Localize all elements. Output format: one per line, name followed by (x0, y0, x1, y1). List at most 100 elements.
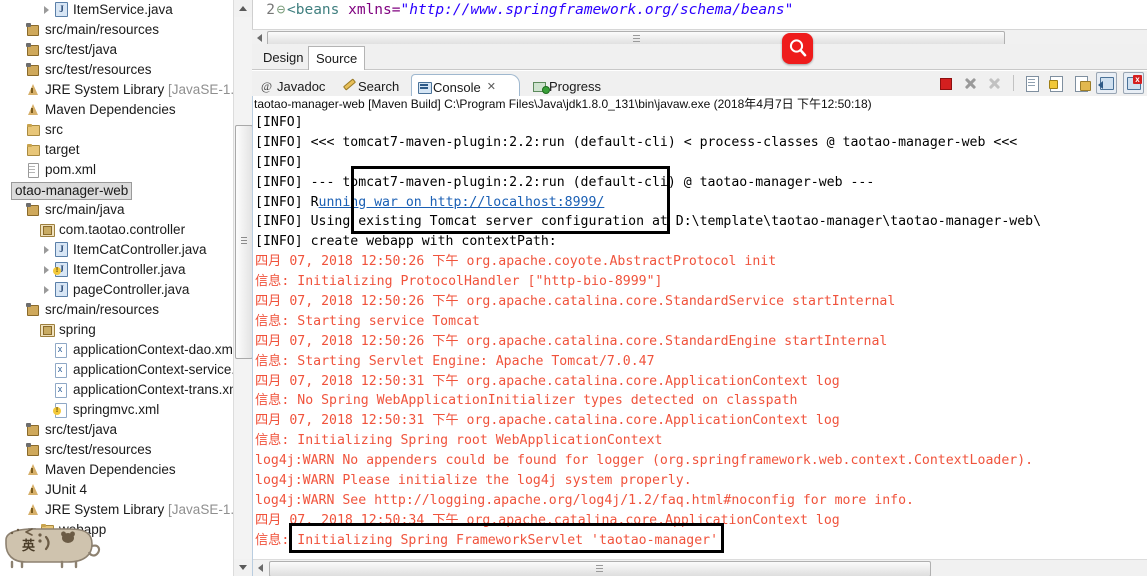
no-chevron (14, 420, 25, 440)
remove-launch-button[interactable] (961, 73, 980, 93)
tree-item[interactable]: applicationContext-trans.xml (0, 380, 233, 400)
tab-source[interactable]: Source (308, 46, 366, 70)
console-line-text: log4j:WARN Please initialize the log4j s… (255, 473, 692, 489)
console-line: 四月 07, 2018 12:50:34 下午 org.apache.catal… (253, 511, 1147, 531)
tree-item-label: springmvc.xml (73, 402, 160, 418)
scrollbar-thumb[interactable] (235, 125, 253, 359)
remove-all-terminated-button[interactable] (985, 73, 1004, 93)
no-chevron (0, 180, 11, 200)
tree-item[interactable]: Maven Dependencies (0, 460, 233, 480)
tree-item[interactable]: JRE System Library [JavaSE-1.7] (0, 500, 233, 520)
tree-item[interactable]: otao-manager-web (0, 180, 233, 200)
tab-search[interactable]: Search (337, 74, 399, 97)
ime-cat-indicator[interactable]: 英 (0, 524, 104, 570)
no-chevron (14, 80, 25, 100)
console-line: log4j:WARN See http://logging.apache.org… (253, 491, 1147, 511)
terminate-button[interactable] (936, 73, 955, 93)
tree-item[interactable]: Maven Dependencies (0, 100, 233, 120)
tab-label: Console (433, 80, 481, 96)
console-line-text: [INFO] <<< tomcat7-maven-plugin:2.2:run … (255, 134, 1018, 150)
tree-item-label: JRE System Library (45, 502, 165, 518)
editor-horizontal-scrollbar[interactable] (252, 29, 1147, 46)
package-explorer-tree[interactable]: ItemService.java src/main/resources src/te… (0, 0, 233, 576)
tree-item[interactable]: src/test/resources (0, 440, 233, 460)
no-chevron (14, 120, 25, 140)
console-url-link[interactable]: unning war on http://localhost:8999/ (319, 195, 605, 210)
chevron-right-icon[interactable] (42, 280, 53, 300)
line-number: 2 (266, 2, 275, 18)
xml-editor-sliver[interactable]: 2 ⊖ <beans xmlns="http://www.springframewo… (252, 0, 1147, 29)
tree-item[interactable]: pom.xml (0, 160, 233, 180)
no-chevron (14, 140, 25, 160)
tree-item[interactable]: src (0, 120, 233, 140)
tree-item[interactable]: src/main/resources (0, 20, 233, 40)
tree-item[interactable]: com.taotao.controller (0, 220, 233, 240)
tree-item[interactable]: pageController.java (0, 280, 233, 300)
tree-item[interactable]: ItemService.java (0, 0, 233, 20)
no-chevron (14, 480, 25, 500)
tree-item-label: src/main/resources (45, 22, 160, 38)
folder-icon (25, 122, 42, 138)
tree-item[interactable]: src/main/resources (0, 300, 233, 320)
chevron-right-icon[interactable] (42, 260, 53, 280)
scrollbar-thumb[interactable] (269, 561, 931, 576)
console-line-text: [INFO] (255, 154, 303, 170)
ime-mode-label: 英 (21, 538, 36, 554)
console-line: 信息: Initializing Spring root WebApplicat… (253, 431, 1147, 451)
console-horizontal-scrollbar[interactable] (253, 559, 1147, 576)
source-folder-icon (25, 302, 42, 318)
explorer-vertical-scrollbar[interactable] (233, 0, 253, 576)
no-chevron (42, 380, 53, 400)
tab-design[interactable]: Design (256, 46, 310, 69)
tree-item[interactable]: JRE System Library [JavaSE-1.7] (0, 80, 233, 100)
library-icon (25, 82, 42, 98)
tree-item[interactable]: ItemCatController.java (0, 240, 233, 260)
tree-item[interactable]: src/test/resources (0, 60, 233, 80)
tree-item-label: Maven Dependencies (45, 462, 176, 478)
console-line: 四月 07, 2018 12:50:26 下午 org.apache.catal… (253, 332, 1147, 352)
console-line-text: [INFO] create webapp with contextPath: (255, 234, 565, 250)
console-line: 信息: Starting Servlet Engine: Apache Tomc… (253, 352, 1147, 372)
console-icon (415, 81, 433, 95)
tree-item[interactable]: target (0, 140, 233, 160)
pin-console-button[interactable] (1096, 72, 1118, 94)
scroll-left-arrow-icon[interactable] (253, 560, 269, 576)
scroll-left-arrow-icon[interactable] (252, 30, 267, 45)
fold-marker-icon[interactable]: ⊖ (275, 2, 287, 18)
tab-progress[interactable]: Progress (528, 74, 601, 97)
code-attribute: xmlns= (348, 2, 401, 18)
tree-item[interactable]: src/main/java (0, 200, 233, 220)
scroll-up-arrow-icon[interactable] (234, 0, 252, 17)
xml-file-icon (53, 362, 70, 379)
tree-item[interactable]: applicationContext-dao.xml (0, 340, 233, 360)
tree-item[interactable]: springmvc.xml (0, 400, 233, 420)
scroll-down-arrow-icon[interactable] (234, 559, 252, 576)
source-folder-icon (25, 422, 42, 438)
search-button[interactable] (782, 33, 813, 64)
close-console-button[interactable] (1123, 72, 1144, 94)
tree-item[interactable]: src/test/java (0, 420, 233, 440)
tab-label: Javadoc (277, 79, 326, 95)
library-icon (25, 102, 42, 118)
tree-item[interactable]: applicationContext-service.xml (0, 360, 233, 380)
code-line: 2 ⊖ <beans xmlns="http://www.springframewo… (253, 2, 793, 18)
console-output[interactable]: [INFO] [INFO] <<< tomcat7-maven-plugin:2.… (253, 113, 1147, 553)
tab-javadoc[interactable]: Javadoc (256, 74, 325, 97)
folder-icon (25, 142, 42, 158)
no-chevron (42, 360, 53, 380)
tree-item[interactable]: ItemController.java (0, 260, 233, 280)
no-chevron (28, 220, 39, 240)
console-line-text: 四月 07, 2018 12:50:26 下午 org.apache.coyot… (255, 254, 777, 270)
tree-item[interactable]: spring (0, 320, 233, 340)
clear-console-button[interactable] (1023, 73, 1042, 93)
tab-console[interactable]: Console ✕ (411, 74, 520, 98)
chevron-right-icon[interactable] (42, 240, 53, 260)
chevron-right-icon[interactable] (42, 0, 53, 20)
console-view[interactable]: taotao-manager-web [Maven Build] C:\Prog… (252, 96, 1147, 576)
word-wrap-button[interactable] (1072, 73, 1091, 93)
no-chevron (14, 300, 25, 320)
search-icon (340, 80, 358, 94)
tree-item[interactable]: JUnit 4 (0, 480, 233, 500)
tree-item[interactable]: src/test/java (0, 40, 233, 60)
scroll-lock-button[interactable] (1047, 73, 1066, 93)
